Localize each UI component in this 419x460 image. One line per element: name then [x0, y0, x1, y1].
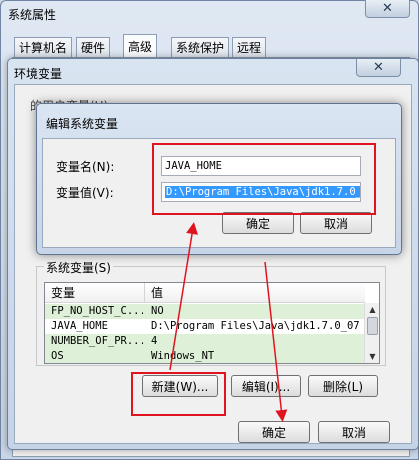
delete-variable-button[interactable]: 删除(L) [308, 375, 378, 397]
variable-value-input[interactable]: D:\Program Files\Java\jdk1.7.0_07 [161, 182, 361, 202]
edit-cancel-button[interactable]: 取消 [300, 212, 372, 234]
system-variables-label: 系统变量(S) [44, 259, 113, 276]
close-icon[interactable]: ✕ [365, 0, 410, 18]
variable-value: Windows_NT [151, 350, 215, 362]
column-header-value[interactable]: 值 [145, 283, 365, 303]
tab-computer-name[interactable]: 计算机名 [14, 37, 73, 57]
tab-system-protection[interactable]: 系统保护 [171, 37, 230, 57]
variable-name: NUMBER_OF_PR... [51, 335, 143, 347]
variable-value: NO [151, 305, 164, 317]
variable-value: 4 [151, 335, 158, 347]
new-variable-button[interactable]: 新建(W)... [142, 375, 218, 397]
vertical-scrollbar[interactable]: ▲ ▼ [364, 303, 379, 363]
variable-name-label: 变量名(N): [56, 160, 115, 174]
edit-system-variable-title: 编辑系统变量 [46, 117, 119, 131]
system-variables-list[interactable]: 变量 值 FP_NO_HOST_C... NO JAVA_HOME D:\Pro… [44, 282, 380, 364]
scroll-down-icon[interactable]: ▼ [365, 350, 379, 363]
variable-name: JAVA_HOME [51, 320, 108, 332]
scroll-up-icon[interactable]: ▲ [365, 303, 379, 316]
environment-variables-title: 环境变量 [14, 67, 63, 81]
variable-name: FP_NO_HOST_C... [51, 305, 143, 317]
variable-value-label: 变量值(V): [56, 186, 114, 200]
tab-advanced[interactable]: 高级 [123, 34, 158, 58]
list-item[interactable]: FP_NO_HOST_C... NO [45, 304, 365, 319]
edit-ok-button[interactable]: 确定 [222, 212, 294, 234]
variable-name: OS [51, 350, 64, 362]
scroll-thumb[interactable] [367, 317, 378, 335]
env-cancel-button[interactable]: 取消 [318, 421, 390, 443]
tab-hardware[interactable]: 硬件 [76, 37, 111, 57]
list-item[interactable]: NUMBER_OF_PR... 4 [45, 334, 365, 349]
list-item[interactable]: OS Windows_NT [45, 349, 365, 363]
env-ok-button[interactable]: 确定 [238, 421, 310, 443]
list-item[interactable]: JAVA_HOME D:\Program Files\Java\jdk1.7.0… [45, 319, 365, 334]
close-icon[interactable]: ✕ [356, 59, 401, 77]
variable-name-input[interactable]: JAVA_HOME [161, 156, 361, 176]
tab-remote[interactable]: 远程 [232, 37, 267, 57]
selected-text: D:\Program Files\Java\jdk1.7.0_07 [165, 186, 360, 198]
column-header-variable[interactable]: 变量 [45, 283, 145, 303]
system-properties-title: 系统属性 [8, 8, 57, 22]
variable-value: D:\Program Files\Java\jdk1.7.0_07 [151, 320, 360, 332]
edit-variable-button[interactable]: 编辑(I)... [231, 375, 301, 397]
